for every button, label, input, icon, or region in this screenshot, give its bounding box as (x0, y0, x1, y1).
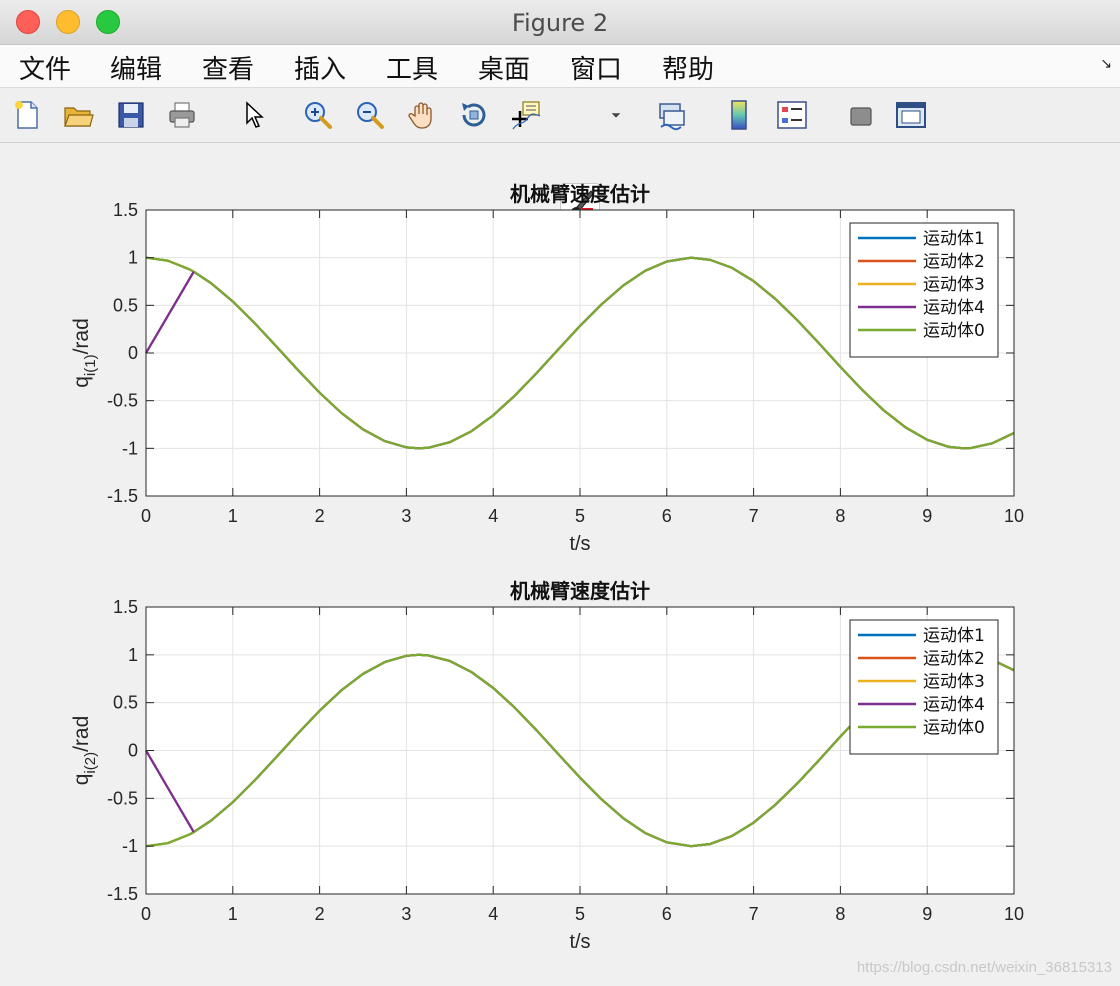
x-tick-label-2: 2 (315, 904, 325, 924)
chart-title: 机械臂速度估计 (510, 182, 650, 206)
menu-window[interactable]: 窗口 (570, 49, 622, 86)
save-icon[interactable] (114, 98, 148, 132)
legend-icon[interactable] (775, 98, 809, 132)
window-title: Figure 2 (511, 9, 609, 37)
x-tick-label-4: 4 (488, 904, 498, 924)
legend-label-3: 运动体3 (923, 275, 985, 295)
legend-label-1: 运动体1 (923, 626, 985, 646)
y-tick-label-5: 1 (128, 248, 138, 268)
x-tick-label-6: 6 (662, 904, 672, 924)
new-figure-icon[interactable] (10, 98, 44, 132)
y-axis-label: qi(2)/rad (70, 716, 99, 786)
subplot-1: 0 1 2 3 4 5 6 7 8 9 10 -1.5 -1 -0.5 0 0.5 1 1.5 机械臂速度估计 t/s… (70, 182, 1024, 555)
x-tick-label-0: 0 (141, 506, 151, 526)
legend-label-4: 运动体4 (923, 695, 985, 715)
x-tick-label-7: 7 (749, 904, 759, 924)
toolbar (0, 88, 1120, 225)
y-tick-label-6: 1.5 (113, 200, 138, 220)
link-plot-icon[interactable] (654, 98, 688, 132)
menu-insert[interactable]: 插入 (294, 49, 346, 86)
legend-label-2: 运动体2 (923, 649, 985, 669)
pan-hand-icon[interactable] (405, 98, 439, 132)
colorbar-icon[interactable] (723, 98, 757, 132)
legend-label-3: 运动体3 (923, 672, 985, 692)
x-tick-label-0: 0 (141, 904, 151, 924)
y-tick-label-4: 0.5 (113, 693, 138, 713)
x-tick-label-7: 7 (749, 506, 759, 526)
menu-view[interactable]: 查看 (202, 49, 254, 86)
chart-title: 机械臂速度估计 (510, 579, 650, 603)
menu-desktop[interactable]: 桌面 (478, 49, 530, 86)
zoom-in-icon[interactable] (301, 98, 335, 132)
y-tick-label-2: -0.5 (107, 391, 138, 411)
x-tick-label-1: 1 (228, 506, 238, 526)
x-tick-label-9: 9 (922, 506, 932, 526)
menu-tools[interactable]: 工具 (386, 49, 438, 86)
data-cursor-icon[interactable] (509, 98, 543, 132)
y-tick-label-3: 0 (128, 741, 138, 761)
x-tick-label-8: 8 (835, 904, 845, 924)
x-tick-label-10: 10 (1004, 506, 1024, 526)
menu-help[interactable]: 帮助 (662, 49, 714, 86)
x-tick-label-3: 3 (401, 506, 411, 526)
y-tick-label-0: -1.5 (107, 884, 138, 904)
x-tick-label-1: 1 (228, 904, 238, 924)
legend[interactable]: 运动体1 运动体2 运动体3 运动体4 运动体0 (849, 619, 999, 755)
menu-bar: 文件 编辑 查看 插入 工具 桌面 窗口 帮助 ↘ (0, 45, 1120, 88)
legend-label-4: 运动体4 (923, 298, 985, 318)
y-axis-label-subscript: i(1) (82, 354, 99, 376)
x-axis-label: t/s (569, 931, 590, 953)
x-axis-label: t/s (569, 533, 590, 555)
rotate-3d-icon[interactable] (457, 98, 491, 132)
open-file-icon[interactable] (61, 98, 95, 132)
x-tick-label-5: 5 (575, 506, 585, 526)
y-tick-label-1: -1 (122, 438, 138, 458)
x-tick-label-2: 2 (315, 506, 325, 526)
y-tick-label-1: -1 (122, 836, 138, 856)
x-tick-label-5: 5 (575, 904, 585, 924)
watermark: https://blog.csdn.net/weixin_36815313 (856, 959, 1112, 976)
legend[interactable]: 运动体1 运动体2 运动体3 运动体4 运动体0 (849, 222, 999, 358)
y-axis-label-unit: /rad (70, 318, 93, 354)
y-tick-label-5: 1 (128, 645, 138, 665)
hide-plot-tools-icon[interactable] (843, 98, 877, 132)
y-tick-label-3: 0 (128, 343, 138, 363)
y-axis-label-subscript: i(2) (82, 752, 99, 774)
legend-label-5: 运动体0 (923, 718, 985, 738)
y-axis-label-unit: /rad (70, 716, 93, 752)
print-icon[interactable] (165, 98, 199, 132)
x-tick-label-6: 6 (662, 506, 672, 526)
title-bar[interactable]: Figure 2 (0, 0, 1120, 45)
y-tick-label-6: 1.5 (113, 597, 138, 617)
y-tick-label-0: -1.5 (107, 486, 138, 506)
legend-label-2: 运动体2 (923, 252, 985, 272)
menu-overflow-icon[interactable]: ↘ (1100, 55, 1112, 72)
x-tick-label-8: 8 (835, 506, 845, 526)
y-tick-label-2: -0.5 (107, 788, 138, 808)
legend-label-1: 运动体1 (923, 229, 985, 249)
figure-window: Figure 2 文件 编辑 查看 插入 工具 桌面 窗口 帮助 ↘ 0 1 2… (0, 0, 1120, 986)
show-plot-tools-icon[interactable] (894, 98, 928, 132)
zoom-out-icon[interactable] (353, 98, 387, 132)
y-tick-label-4: 0.5 (113, 295, 138, 315)
x-tick-label-9: 9 (922, 904, 932, 924)
x-tick-label-10: 10 (1004, 904, 1024, 924)
legend-label-5: 运动体0 (923, 321, 985, 341)
brush-dropdown-icon[interactable] (605, 98, 627, 132)
y-axis-label-main: q (70, 774, 93, 786)
menu-edit[interactable]: 编辑 (110, 49, 162, 86)
x-tick-label-4: 4 (488, 506, 498, 526)
pointer-icon[interactable] (236, 98, 270, 132)
subplot-2: 0 1 2 3 4 5 6 7 8 9 10 -1.5 -1 -0.5 0 0.5 1 1.5 机械臂速度估计 t/s… (70, 579, 1024, 953)
y-axis-label-main: q (70, 376, 93, 388)
y-axis-label: qi(1)/rad (70, 318, 99, 388)
menu-file[interactable]: 文件 (19, 49, 71, 86)
figure-canvas: 0 1 2 3 4 5 6 7 8 9 10-1.5-1-0.500.511.5机械臂速度估计t/s… (70, 182, 1024, 953)
x-tick-label-3: 3 (401, 904, 411, 924)
